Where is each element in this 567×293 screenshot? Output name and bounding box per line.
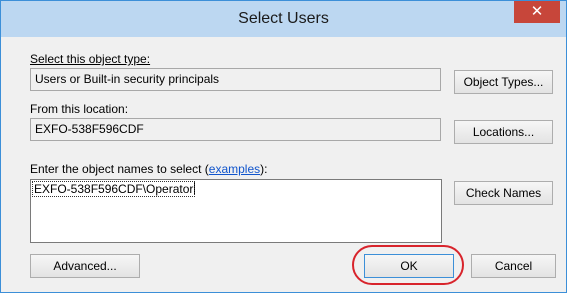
object-types-button-label: Object Types... (463, 75, 544, 89)
object-type-label-text: Select this object type: (30, 52, 151, 66)
title-bar[interactable]: Select Users ✕ (1, 1, 566, 37)
location-field: EXFO-538F596CDF (30, 118, 441, 141)
object-types-button[interactable]: Object Types... (454, 70, 553, 94)
object-type-label: Select this object type: (30, 52, 150, 66)
close-button[interactable]: ✕ (514, 1, 560, 23)
close-icon: ✕ (530, 3, 544, 20)
select-users-dialog: Select Users ✕ Select this object type: … (0, 0, 567, 293)
text-caret (194, 182, 196, 195)
object-names-input[interactable]: EXFO-538F596CDF\Operator (30, 179, 442, 243)
cancel-button-label: Cancel (494, 259, 533, 273)
object-names-value: EXFO-538F596CDF\Operator (31, 181, 196, 197)
examples-link[interactable]: examples (209, 162, 260, 176)
ok-button[interactable]: OK (364, 254, 454, 278)
object-names-label: Enter the object names to select (exampl… (30, 162, 267, 176)
location-label: From this location: (30, 102, 129, 116)
object-names-label-prefix: Enter the object names to select ( (30, 162, 209, 176)
locations-button-label: Locations... (472, 125, 535, 139)
cancel-button[interactable]: Cancel (471, 254, 556, 278)
check-names-button[interactable]: Check Names (454, 181, 553, 205)
object-type-field: Users or Built-in security principals (30, 68, 441, 91)
advanced-button[interactable]: Advanced... (30, 254, 140, 278)
advanced-button-label: Advanced... (53, 259, 117, 273)
dialog-title: Select Users (238, 10, 329, 27)
ok-button-label: OK (400, 259, 418, 273)
locations-button[interactable]: Locations... (454, 120, 553, 144)
object-names-label-suffix: ): (260, 162, 268, 176)
check-names-button-label: Check Names (465, 186, 542, 200)
